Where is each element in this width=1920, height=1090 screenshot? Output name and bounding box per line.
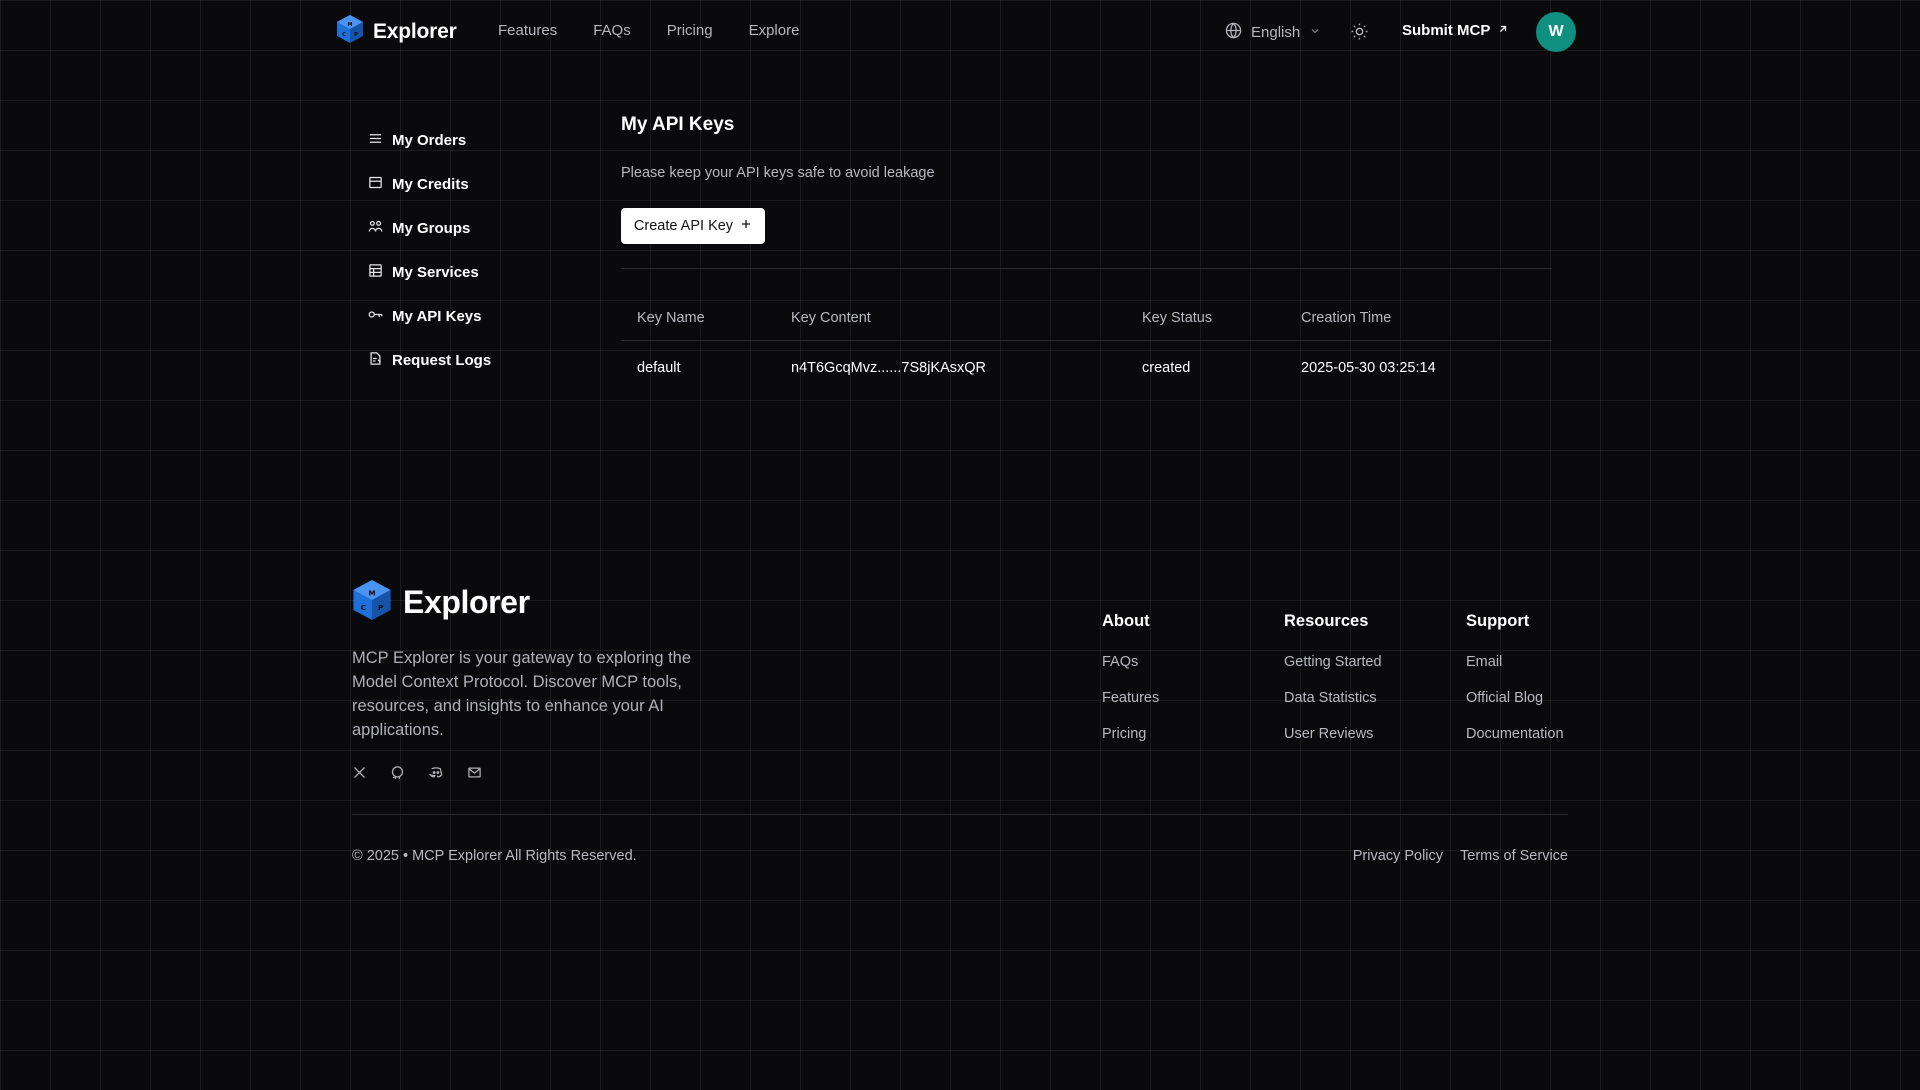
social-links [352, 765, 482, 785]
language-selector[interactable]: English [1225, 22, 1321, 43]
sidebar-item-label: My Credits [392, 175, 469, 193]
credit-card-icon [368, 175, 383, 194]
top-header: M C P Explorer Features FAQs Pricing Exp… [0, 0, 1920, 64]
footer-column-about: About FAQs Features Pricing [1102, 612, 1159, 761]
sidebar-item-my-api-keys[interactable]: My API Keys [368, 294, 491, 338]
sun-icon [1350, 23, 1369, 45]
sidebar-item-label: My Orders [392, 131, 467, 149]
footer-link-data-statistics[interactable]: Data Statistics [1284, 689, 1382, 707]
footer-brand-logo[interactable]: M C P Explorer [352, 578, 530, 627]
nav-pricing[interactable]: Pricing [667, 22, 713, 39]
footer-link-features[interactable]: Features [1102, 689, 1159, 707]
sidebar-item-label: Request Logs [392, 351, 492, 369]
sidebar-item-my-orders[interactable]: My Orders [368, 118, 491, 162]
brand-name: Explorer [373, 19, 457, 43]
cube-logo-icon: M C P [352, 578, 392, 627]
create-api-key-button[interactable]: Create API Key [621, 208, 765, 244]
cube-logo-icon: M C P [336, 14, 364, 49]
github-icon[interactable] [390, 765, 405, 785]
nav-explore[interactable]: Explore [749, 22, 800, 39]
footer-link-documentation[interactable]: Documentation [1466, 725, 1564, 743]
sidebar-item-my-groups[interactable]: My Groups [368, 206, 491, 250]
sidebar-item-label: My API Keys [392, 307, 482, 325]
service-icon [368, 263, 383, 282]
nav-features[interactable]: Features [498, 22, 557, 39]
main-nav: Features FAQs Pricing Explore [498, 22, 799, 39]
x-icon[interactable] [352, 765, 367, 785]
submit-mcp-label: Submit MCP [1402, 22, 1491, 39]
cell-key-content[interactable]: n4T6GcqMvz......7S8jKAsxQR [775, 360, 1126, 376]
column-header-key-name: Key Name [637, 310, 705, 326]
create-api-key-label: Create API Key [633, 218, 734, 234]
key-icon [368, 307, 383, 326]
svg-text:M: M [348, 22, 353, 28]
column-header-key-status: Key Status [1142, 310, 1213, 326]
log-icon [368, 351, 383, 370]
footer-column-resources: Resources Getting Started Data Statistic… [1284, 612, 1382, 761]
account-sidebar: My Orders My Credits My Groups My Servic… [368, 118, 491, 382]
footer-brand-name: Explorer [403, 584, 530, 620]
sidebar-item-request-logs[interactable]: Request Logs [368, 338, 491, 382]
privacy-policy-link[interactable]: Privacy Policy [1353, 848, 1443, 864]
page-title: My API Keys [621, 114, 735, 135]
user-avatar[interactable]: W [1536, 12, 1576, 52]
footer-link-user-reviews[interactable]: User Reviews [1284, 725, 1382, 743]
discord-icon[interactable] [428, 765, 444, 785]
cell-creation-time: 2025-05-30 03:25:14 [1301, 360, 1436, 376]
svg-text:P: P [378, 603, 383, 612]
svg-text:M: M [368, 589, 375, 598]
users-icon [368, 219, 383, 238]
list-icon [368, 131, 383, 150]
svg-text:P: P [354, 32, 358, 38]
footer-column-title: Support [1466, 612, 1530, 630]
copyright-text: © 2025 • MCP Explorer All Rights Reserve… [352, 848, 637, 864]
column-header-creation-time: Creation Time [1301, 310, 1392, 326]
footer-description: MCP Explorer is your gateway to explorin… [352, 649, 692, 739]
footer-column-title: About [1102, 612, 1150, 630]
cell-key-name: default [637, 360, 681, 376]
footer-link-faqs[interactable]: FAQs [1102, 653, 1159, 671]
table-header-row: Key Name Key Content Key Status Creation… [621, 296, 1552, 341]
theme-toggle[interactable] [1350, 22, 1369, 46]
brand-logo[interactable]: M C P Explorer [336, 14, 457, 49]
language-label: English [1251, 24, 1301, 41]
api-keys-table: Key Name Key Content Key Status Creation… [621, 296, 1552, 395]
mail-icon[interactable] [467, 765, 482, 785]
sidebar-item-label: My Groups [392, 219, 471, 237]
plus-icon [740, 218, 752, 234]
footer-column-title: Resources [1284, 612, 1369, 630]
footer-link-email[interactable]: Email [1466, 653, 1564, 671]
page-subtitle: Please keep your API keys safe to avoid … [621, 165, 935, 181]
globe-icon [1225, 22, 1242, 43]
section-divider [621, 268, 1552, 269]
svg-text:C: C [361, 603, 366, 612]
sidebar-item-label: My Services [392, 263, 479, 281]
sidebar-item-my-credits[interactable]: My Credits [368, 162, 491, 206]
sidebar-item-my-services[interactable]: My Services [368, 250, 491, 294]
chevron-down-icon [1309, 24, 1321, 41]
nav-faqs[interactable]: FAQs [593, 22, 631, 39]
footer-link-pricing[interactable]: Pricing [1102, 725, 1159, 743]
footer-link-official-blog[interactable]: Official Blog [1466, 689, 1564, 707]
column-header-key-content: Key Content [791, 310, 871, 326]
terms-of-service-link[interactable]: Terms of Service [1460, 848, 1568, 864]
submit-mcp-button[interactable]: Submit MCP [1402, 22, 1509, 39]
table-row: default n4T6GcqMvz......7S8jKAsxQR creat… [621, 341, 1552, 395]
svg-text:C: C [342, 32, 346, 38]
footer-divider [352, 814, 1568, 815]
arrow-up-right-icon [1497, 22, 1509, 39]
legal-links: Privacy Policy Terms of Service [1353, 848, 1568, 864]
footer-column-support: Support Email Official Blog Documentatio… [1466, 612, 1564, 761]
cell-key-status: created [1142, 360, 1191, 376]
footer-link-getting-started[interactable]: Getting Started [1284, 653, 1382, 671]
